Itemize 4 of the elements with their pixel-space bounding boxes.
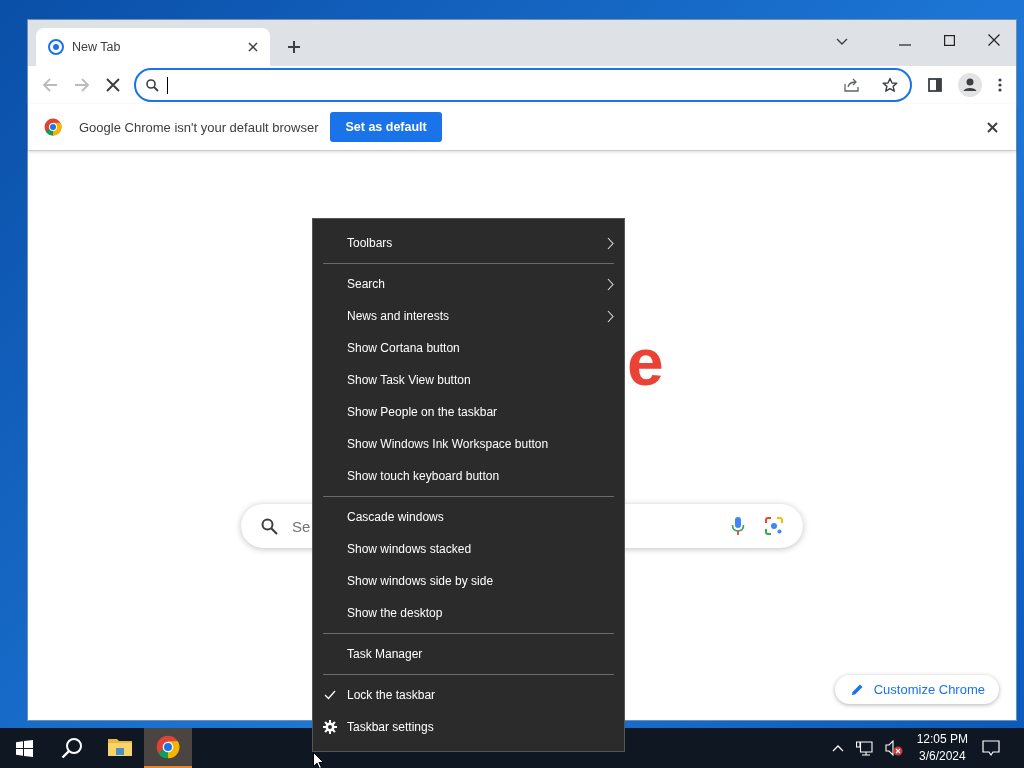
clock-date: 3/6/2024 bbox=[918, 748, 966, 765]
clock-time: 12:05 PM bbox=[916, 731, 968, 748]
logo-text: e bbox=[627, 325, 664, 399]
info-message: Google Chrome isn't your default browser bbox=[79, 119, 319, 135]
